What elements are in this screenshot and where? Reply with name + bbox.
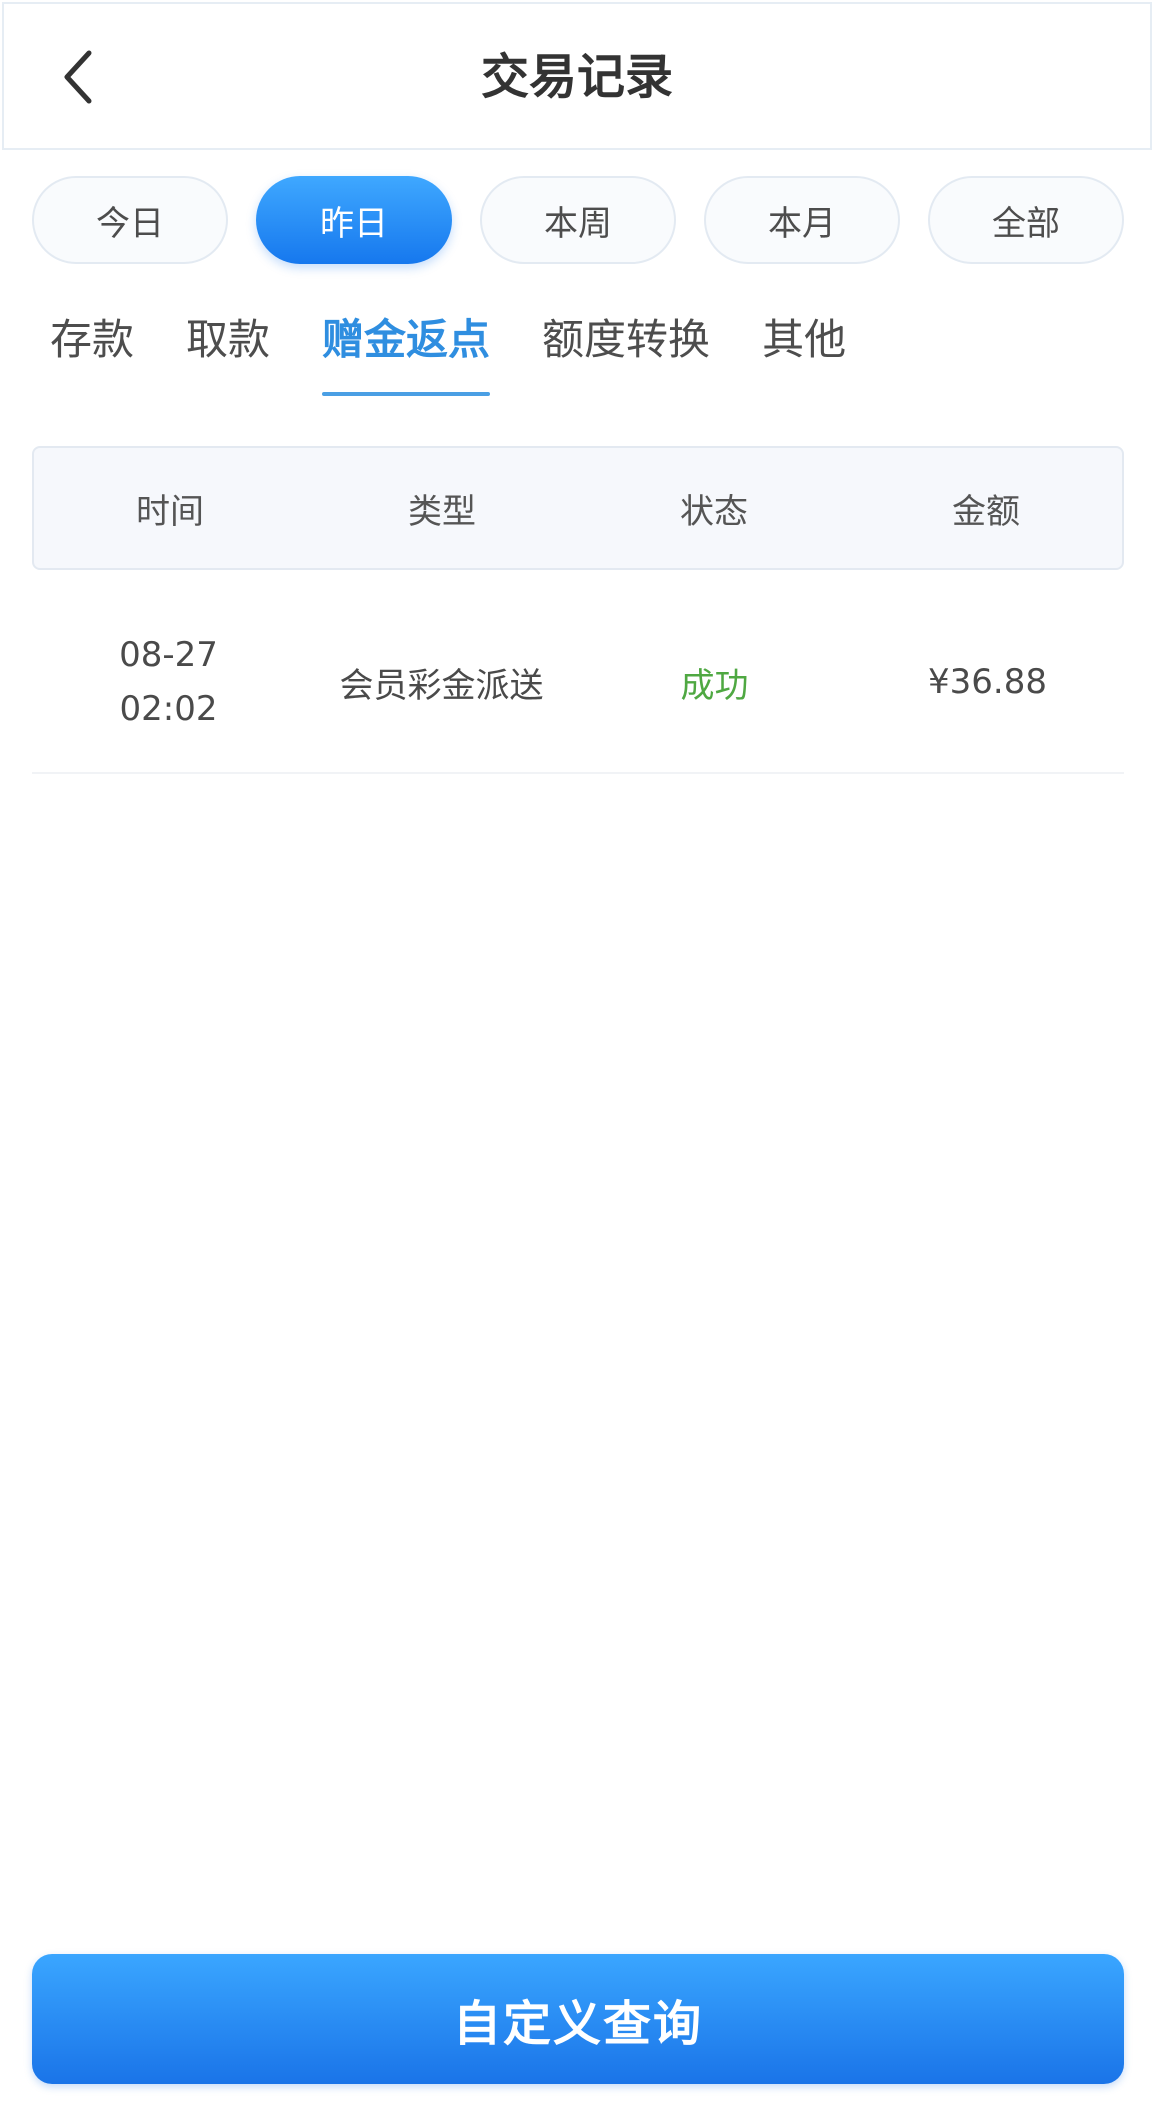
period-this-month[interactable]: 本月 bbox=[704, 176, 900, 264]
row-date: 08-27 bbox=[119, 635, 218, 675]
column-header-time: 时间 bbox=[136, 491, 204, 532]
column-header-amount: 金额 bbox=[952, 491, 1020, 532]
row-status: 成功 bbox=[680, 665, 749, 706]
period-yesterday[interactable]: 昨日 bbox=[256, 176, 452, 264]
table-header: 时间 类型 状态 金额 bbox=[32, 446, 1124, 570]
column-header-status: 状态 bbox=[680, 491, 748, 532]
row-amount: ¥36.88 bbox=[928, 662, 1047, 702]
table-row[interactable]: 08-27 02:02 会员彩金派送 成功 ¥36.88 bbox=[32, 592, 1124, 774]
row-time: 02:02 bbox=[119, 689, 218, 729]
tab-withdraw[interactable]: 取款 bbox=[186, 300, 270, 396]
tab-credit-transfer[interactable]: 额度转换 bbox=[542, 300, 710, 396]
column-header-type: 类型 bbox=[408, 491, 476, 532]
tab-bonus-rebate[interactable]: 赠金返点 bbox=[322, 300, 491, 396]
category-tabs: 存款 取款 赠金返点 额度转换 其他 bbox=[50, 300, 846, 400]
page-title: 交易记录 bbox=[480, 49, 673, 105]
row-type: 会员彩金派送 bbox=[339, 665, 544, 706]
custom-query-button[interactable]: 自定义查询 bbox=[32, 1954, 1124, 2084]
period-filter: 今日 昨日 本周 本月 全部 bbox=[32, 176, 1124, 264]
period-all[interactable]: 全部 bbox=[928, 176, 1124, 264]
tab-other[interactable]: 其他 bbox=[762, 300, 846, 396]
app-header: 交易记录 bbox=[2, 2, 1152, 150]
row-time-cell: 08-27 02:02 bbox=[32, 628, 305, 736]
period-today[interactable]: 今日 bbox=[32, 176, 228, 264]
tab-deposit[interactable]: 存款 bbox=[50, 300, 134, 396]
period-this-week[interactable]: 本周 bbox=[480, 176, 676, 264]
